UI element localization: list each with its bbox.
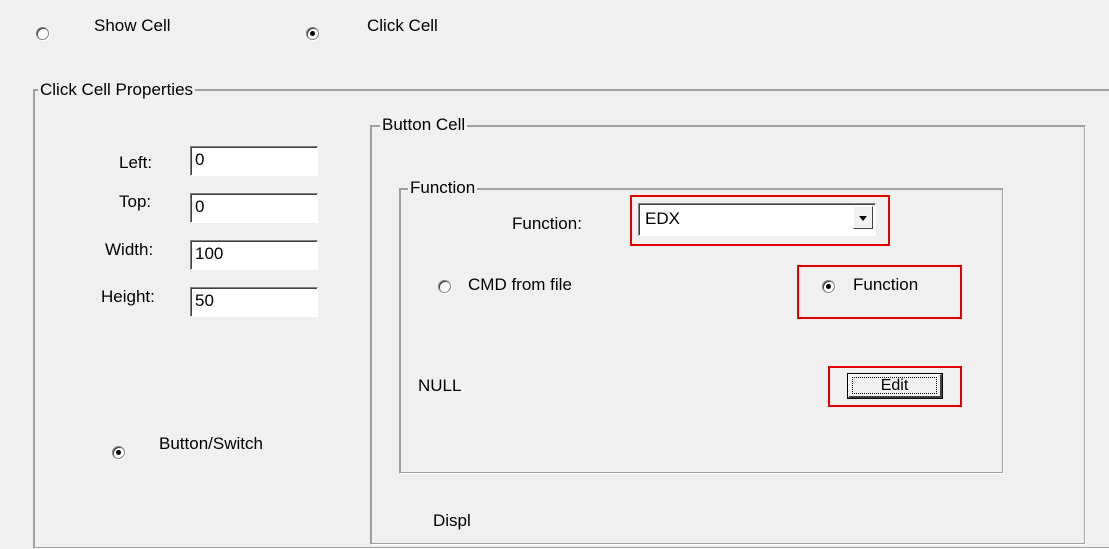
edit-button-label: Edit — [880, 377, 909, 394]
width-label: Width: — [105, 240, 154, 259]
button-switch-label: Button/Switch — [159, 434, 263, 453]
cmd-from-file-label: CMD from file — [468, 275, 572, 294]
top-input[interactable]: 0 — [190, 193, 318, 223]
function-radio[interactable] — [822, 280, 835, 293]
display-group-title-partial: Displ — [433, 511, 471, 530]
button-switch-radio[interactable] — [112, 446, 125, 459]
top-label: Top: — [119, 192, 152, 211]
height-input[interactable]: 50 — [190, 287, 318, 317]
width-input[interactable]: 100 — [190, 240, 318, 270]
function-radio-label: Function — [853, 275, 919, 294]
button-cell-title: Button Cell — [380, 115, 468, 135]
left-label: Left: — [119, 153, 153, 172]
show-cell-radio[interactable] — [36, 27, 49, 40]
cmd-from-file-radio[interactable] — [438, 280, 451, 293]
function-select-value: EDX — [645, 209, 680, 228]
click-cell-radio[interactable] — [306, 27, 319, 40]
null-text: NULL — [418, 376, 462, 395]
function-group-title: Function — [408, 178, 478, 198]
chevron-down-icon[interactable] — [853, 206, 873, 229]
function-select-label: Function: — [512, 214, 582, 233]
click-cell-label: Click Cell — [367, 16, 438, 35]
edit-button[interactable]: Edit — [848, 374, 942, 398]
show-cell-label: Show Cell — [94, 16, 171, 35]
height-label: Height: — [101, 287, 155, 306]
function-select[interactable]: EDX — [638, 203, 876, 236]
click-cell-properties-title: Click Cell Properties — [38, 80, 196, 100]
left-input[interactable]: 0 — [190, 146, 318, 176]
